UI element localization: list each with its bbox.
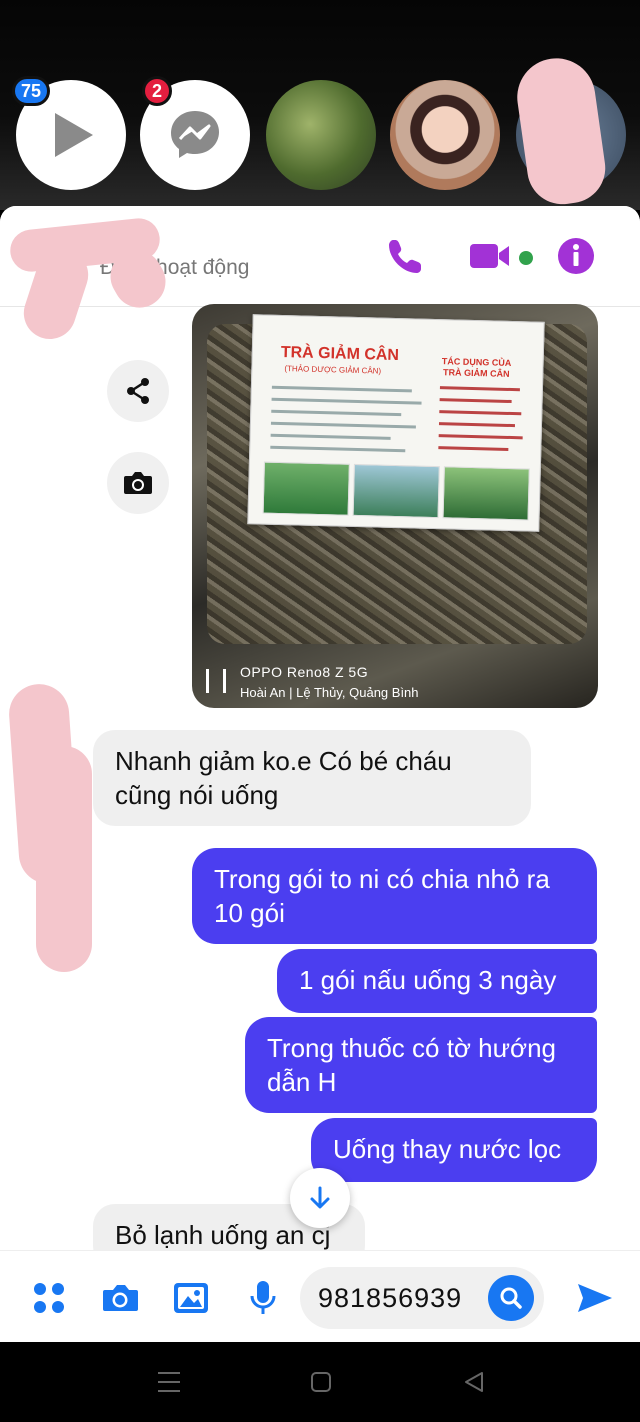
label-text-line	[438, 422, 516, 428]
label-text-line	[271, 397, 422, 405]
message-composer: 981856939	[0, 1250, 640, 1343]
scroll-to-bottom-button[interactable]	[290, 1168, 350, 1228]
label-right-title: TÁC DỤNG CỦA TRÀ GIẢM CÂN	[441, 356, 512, 379]
redaction-mark	[512, 53, 610, 209]
label-text-line	[439, 398, 512, 404]
label-title: TRÀ GIẢM CÂN	[280, 343, 400, 365]
label-text-line	[271, 385, 412, 393]
camera-icon	[124, 472, 152, 494]
chat-head-contact[interactable]	[266, 80, 376, 190]
shared-photo[interactable]: TRÀ GIẢM CÂN (THẢO DƯỢC GIẢM CÂN) TÁC DỤ…	[192, 304, 598, 708]
outgoing-message[interactable]: Uống thay nước lọc	[311, 1118, 597, 1182]
label-text-line	[270, 421, 416, 429]
unread-badge: 75	[12, 76, 51, 106]
phone-call-icon[interactable]	[386, 236, 426, 276]
product-label: TRÀ GIẢM CÂN (THẢO DƯỢC GIẢM CÂN) TÁC DỤ…	[247, 314, 545, 532]
label-text-line	[439, 386, 520, 392]
outgoing-message[interactable]: Trong thuốc có tờ hướng dẫn H	[245, 1017, 597, 1113]
microphone-icon[interactable]	[248, 1279, 278, 1317]
label-text-line	[271, 409, 402, 417]
video-call-icon[interactable]	[468, 236, 516, 276]
search-icon	[500, 1287, 522, 1309]
system-navigation-bar	[0, 1342, 640, 1422]
share-button[interactable]	[107, 360, 169, 422]
message-input[interactable]: 981856939	[300, 1267, 544, 1329]
label-photo	[262, 461, 350, 516]
unread-badge: 2	[142, 76, 172, 106]
outgoing-message[interactable]: Trong gói to ni có chia nhỏ ra 10 gói	[192, 848, 597, 944]
incoming-message[interactable]: Nhanh giảm ko.e Có bé cháu cũng nói uống	[93, 730, 531, 826]
message-input-value: 981856939	[318, 1283, 463, 1313]
share-icon	[127, 378, 149, 404]
conversation-panel: g Đang hoạt động TRÀ GIẢM CÂN (THẢO DƯỢC…	[0, 206, 640, 1342]
gallery-icon[interactable]	[172, 1281, 210, 1315]
search-button[interactable]	[488, 1275, 534, 1321]
chat-heads-bar: 75 2	[0, 0, 640, 210]
messenger-icon	[171, 111, 219, 158]
chat-head-video[interactable]: 75	[12, 76, 126, 190]
back-icon[interactable]	[462, 1370, 486, 1394]
arrow-down-icon	[310, 1186, 330, 1209]
label-photo	[442, 466, 530, 521]
label-text-line	[439, 410, 522, 416]
menu-icon[interactable]	[156, 1370, 182, 1394]
photo-watermark-device: OPPO Reno8 Z 5G	[240, 664, 369, 680]
label-photo	[352, 463, 440, 519]
conversation-header: g Đang hoạt động	[0, 206, 640, 346]
label-text-line	[438, 446, 509, 451]
redaction-mark	[36, 746, 92, 972]
camera-watermark-logo	[206, 669, 226, 693]
more-actions-icon[interactable]	[32, 1281, 66, 1315]
outgoing-message[interactable]: 1 gói nấu uống 3 ngày	[277, 949, 597, 1013]
send-icon[interactable]	[576, 1281, 614, 1315]
label-text-line	[270, 433, 391, 440]
chat-head-messenger[interactable]: 2	[140, 76, 250, 190]
online-indicator	[519, 251, 533, 265]
info-icon[interactable]	[556, 236, 596, 276]
photo-watermark-location: Hoài An | Lệ Thủy, Quảng Bình	[240, 685, 419, 700]
camera-icon[interactable]	[100, 1281, 140, 1315]
label-text-line	[438, 434, 523, 440]
play-icon	[55, 113, 93, 157]
home-icon[interactable]	[310, 1371, 332, 1393]
label-subtitle: (THẢO DƯỢC GIẢM CÂN)	[284, 364, 382, 376]
chat-head-contact[interactable]	[390, 80, 500, 190]
camera-button[interactable]	[107, 452, 169, 514]
label-text-line	[270, 445, 406, 453]
